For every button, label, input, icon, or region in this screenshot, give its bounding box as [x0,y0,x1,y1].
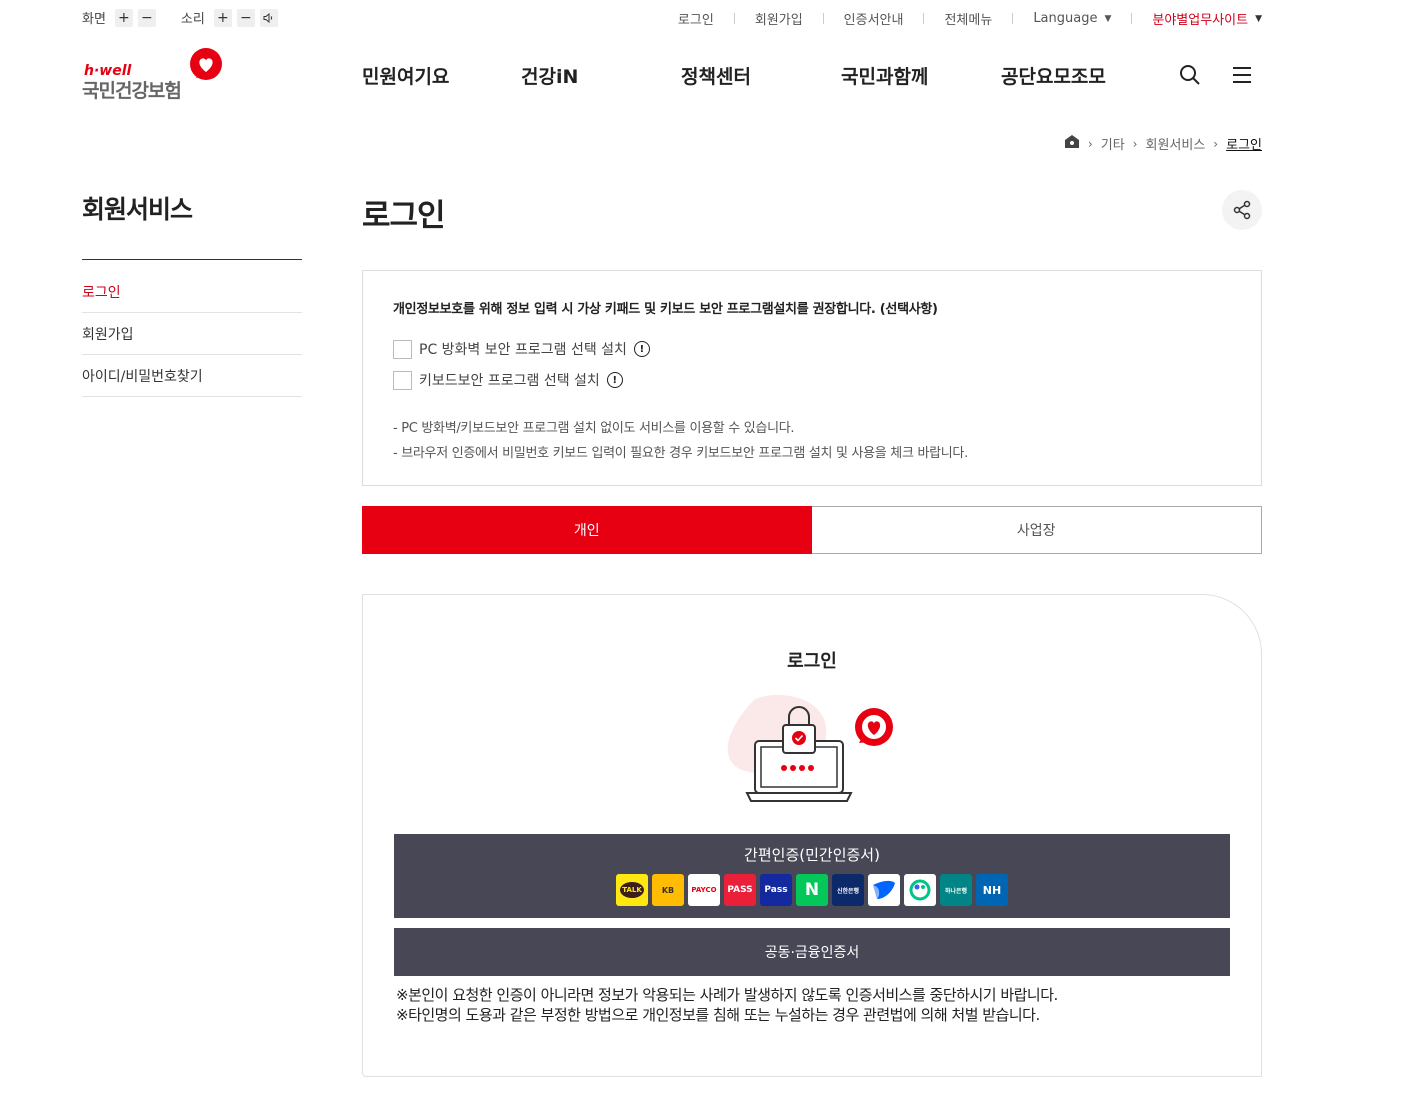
samsung-pass-icon: Pass [760,874,792,906]
divider [1131,13,1133,24]
login-panel-title: 로그인 [787,651,837,672]
nh-bank-icon: NH [976,874,1008,906]
hamburger-menu-icon[interactable] [1230,63,1254,91]
banksalad-icon [904,874,936,906]
nhis-logo[interactable]: h·well 국민건강보험 [82,48,227,102]
screen-zoom-group: 화면 + − [82,8,161,27]
sidebar-menu: 로그인 회원가입 아이디/비밀번호찾기 [82,271,302,397]
laptop-lock-illustration [727,694,893,802]
tab-business[interactable]: 사업장 [811,506,1262,554]
naver-icon: N [796,874,828,906]
breadcrumb: › 기타 › 회원서비스 › 로그인 [1064,134,1262,153]
caret-down-icon: ▼ [1255,13,1262,24]
sidebar-title: 회원서비스 [82,195,193,224]
breadcrumb-item-member[interactable]: 회원서비스 [1145,134,1205,153]
accessibility-controls: 화면 + − 소리 + − [82,8,303,27]
shinhan-bank-icon: 신한은행 [832,874,864,906]
util-all-menu-link[interactable]: 전체메뉴 [944,9,992,28]
util-cert-guide-link[interactable]: 인증서안내 [844,9,904,28]
home-icon[interactable] [1064,134,1080,153]
firewall-label[interactable]: PC 방화벽 보안 프로그램 선택 설치 [419,339,627,359]
tab-individual[interactable]: 개인 [362,506,812,554]
sound-label: 소리 [180,12,205,27]
payco-icon: PAYCO [688,874,720,906]
user-type-tabs: 개인 사업장 [362,506,1262,554]
util-join-link[interactable]: 회원가입 [755,9,803,28]
keyboard-security-checkbox[interactable] [393,370,412,390]
share-icon [1233,200,1251,220]
divider [733,13,735,24]
divider [822,13,824,24]
warning-line: ※본인이 요청한 인증이 아니라면 정보가 악용되는 사례가 발생하지 않도록 … [396,986,1058,1004]
keyboard-security-label[interactable]: 키보드보안 프로그램 선택 설치 [419,370,600,390]
chevron-right-icon: › [1087,136,1093,151]
util-login-link[interactable]: 로그인 [678,9,714,28]
volume-down-button[interactable]: − [236,8,255,27]
firewall-option: PC 방화벽 보안 프로그램 선택 설치 ! [393,339,1231,359]
business-sites-label: 분야별업무사이트 [1152,13,1249,28]
login-panel: 로그인 간편인증(민간인증서) TALK KB PAYCO PASS Pass … [362,594,1262,1077]
language-label: Language [1033,11,1098,26]
nav-item-corp[interactable]: 공단요모조모 [1001,62,1151,89]
security-notice-box: 개인정보보호를 위해 정보 입력 시 가상 키패드 및 키보드 보안 프로그램설… [362,270,1262,486]
nav-item-health-in[interactable]: 건강iN [521,62,681,89]
hana-bank-icon: 하나은행 [940,874,972,906]
notice-notes: - PC 방화벽/키보드보안 프로그램 설치 없이도 서비스를 이용할 수 있습… [393,416,1231,466]
breadcrumb-item-etc[interactable]: 기타 [1101,134,1125,153]
breadcrumb-item-current: 로그인 [1226,138,1262,153]
notice-note: - 브라우저 인증에서 비밀번호 키보드 입력이 필요한 경우 키보드보안 프로… [393,446,968,461]
kb-icon: KB [652,874,684,906]
kakao-talk-icon: TALK [616,874,648,906]
nav-item-policy[interactable]: 정책센터 [681,62,841,89]
simple-auth-button[interactable]: 간편인증(민간인증서) TALK KB PAYCO PASS Pass N 신한… [394,834,1230,918]
business-sites-dropdown[interactable]: 분야별업무사이트 ▼ [1152,9,1262,28]
main-nav: 민원여기요 건강iN 정책센터 국민과함께 공단요모조모 [362,62,1151,89]
speaker-icon[interactable] [259,8,278,27]
firewall-checkbox[interactable] [393,339,412,359]
divider [1012,13,1014,24]
divider [923,13,925,24]
chevron-right-icon: › [1132,136,1138,151]
sound-group: 소리 + − [181,8,283,27]
utility-nav: 로그인 회원가입 인증서안내 전체메뉴 Language ▼ 분야별업무사이트 ▼ [678,9,1262,28]
share-button[interactable] [1222,190,1262,230]
caret-down-icon: ▼ [1104,13,1112,24]
joint-financial-cert-button[interactable]: 공동·금융인증서 [394,928,1230,976]
warning-line: ※타인명의 도용과 같은 부정한 방법으로 개인정보를 침해 또는 누설하는 경… [396,1006,1040,1024]
info-icon[interactable]: ! [606,372,623,388]
sidebar-item-login[interactable]: 로그인 [82,271,302,313]
header-icons [1178,63,1282,91]
info-icon[interactable]: ! [633,341,650,357]
logo-name: 국민건강보험 [82,80,182,102]
heart-logo-icon [190,48,222,80]
nav-item-civil[interactable]: 민원여기요 [362,62,521,89]
zoom-out-button[interactable]: − [137,8,156,27]
page-title: 로그인 [362,198,446,234]
security-notice-heading: 개인정보보호를 위해 정보 입력 시 가상 키패드 및 키보드 보안 프로그램설… [393,302,938,317]
search-icon[interactable] [1178,63,1202,91]
screen-zoom-label: 화면 [82,12,106,27]
zoom-in-button[interactable]: + [114,8,133,27]
simple-auth-label: 간편인증(민간인증서) [744,846,880,864]
pass-icon: PASS [724,874,756,906]
auth-warning: ※본인이 요청한 인증이 아니라면 정보가 악용되는 사례가 발생하지 않도록 … [396,985,1058,1025]
chevron-right-icon: › [1213,136,1219,151]
language-dropdown[interactable]: Language ▼ [1033,11,1111,26]
volume-up-button[interactable]: + [213,8,232,27]
notice-note: - PC 방화벽/키보드보안 프로그램 설치 없이도 서비스를 이용할 수 있습… [393,421,795,436]
sidebar-item-join[interactable]: 회원가입 [82,313,302,355]
provider-icons: TALK KB PAYCO PASS Pass N 신한은행 하나은행 NH [614,874,1010,906]
divider [82,259,302,260]
toss-icon [868,874,900,906]
sidebar-item-find-account[interactable]: 아이디/비밀번호찾기 [82,355,302,397]
nav-item-with-people[interactable]: 국민과함께 [841,62,1001,89]
keyboard-security-option: 키보드보안 프로그램 선택 설치 ! [393,370,1231,390]
